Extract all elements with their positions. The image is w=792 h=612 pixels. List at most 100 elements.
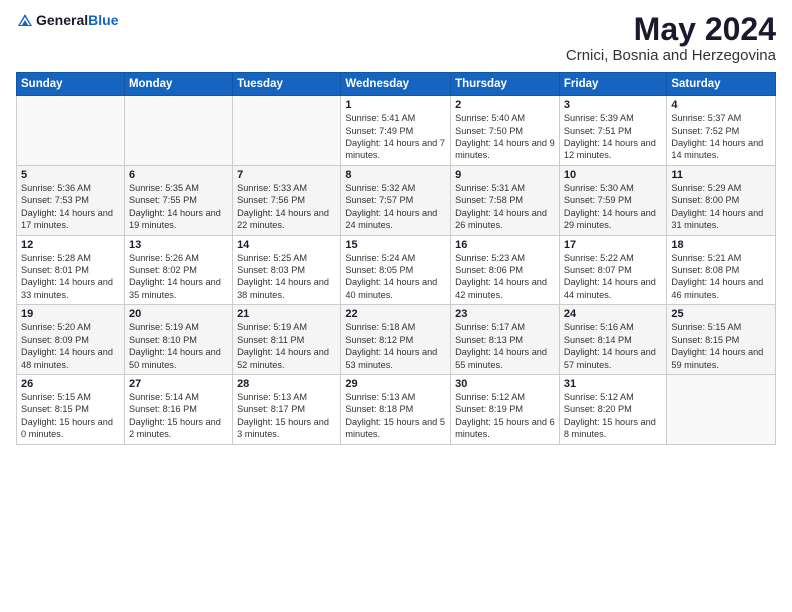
day-number: 9 xyxy=(455,169,555,181)
logo-general: General xyxy=(36,12,88,28)
calendar-cell: 31Sunrise: 5:12 AM Sunset: 8:20 PM Dayli… xyxy=(559,374,666,444)
calendar-cell: 30Sunrise: 5:12 AM Sunset: 8:19 PM Dayli… xyxy=(451,374,560,444)
day-info: Sunrise: 5:13 AM Sunset: 8:18 PM Dayligh… xyxy=(345,391,446,441)
day-number: 22 xyxy=(345,308,446,320)
calendar-cell: 13Sunrise: 5:26 AM Sunset: 8:02 PM Dayli… xyxy=(124,235,232,305)
calendar-cell: 20Sunrise: 5:19 AM Sunset: 8:10 PM Dayli… xyxy=(124,305,232,375)
day-number: 30 xyxy=(455,378,555,390)
calendar-week-1: 1Sunrise: 5:41 AM Sunset: 7:49 PM Daylig… xyxy=(17,96,776,166)
calendar-cell: 9Sunrise: 5:31 AM Sunset: 7:58 PM Daylig… xyxy=(451,165,560,235)
day-info: Sunrise: 5:26 AM Sunset: 8:02 PM Dayligh… xyxy=(129,252,228,302)
calendar-cell: 22Sunrise: 5:18 AM Sunset: 8:12 PM Dayli… xyxy=(341,305,451,375)
location-title: Crnici, Bosnia and Herzegovina xyxy=(566,47,776,64)
title-block: May 2024 Crnici, Bosnia and Herzegovina xyxy=(566,12,776,64)
col-tuesday: Tuesday xyxy=(233,73,341,96)
day-number: 23 xyxy=(455,308,555,320)
day-number: 21 xyxy=(237,308,336,320)
day-info: Sunrise: 5:30 AM Sunset: 7:59 PM Dayligh… xyxy=(564,182,662,232)
day-number: 24 xyxy=(564,308,662,320)
day-number: 4 xyxy=(671,99,771,111)
calendar-cell: 29Sunrise: 5:13 AM Sunset: 8:18 PM Dayli… xyxy=(341,374,451,444)
day-info: Sunrise: 5:18 AM Sunset: 8:12 PM Dayligh… xyxy=(345,321,446,371)
day-info: Sunrise: 5:37 AM Sunset: 7:52 PM Dayligh… xyxy=(671,112,771,162)
day-info: Sunrise: 5:22 AM Sunset: 8:07 PM Dayligh… xyxy=(564,252,662,302)
calendar-cell xyxy=(124,96,232,166)
day-info: Sunrise: 5:14 AM Sunset: 8:16 PM Dayligh… xyxy=(129,391,228,441)
day-info: Sunrise: 5:40 AM Sunset: 7:50 PM Dayligh… xyxy=(455,112,555,162)
day-number: 26 xyxy=(21,378,120,390)
calendar-table: Sunday Monday Tuesday Wednesday Thursday… xyxy=(16,72,776,444)
day-number: 3 xyxy=(564,99,662,111)
calendar-cell: 12Sunrise: 5:28 AM Sunset: 8:01 PM Dayli… xyxy=(17,235,125,305)
calendar-cell: 1Sunrise: 5:41 AM Sunset: 7:49 PM Daylig… xyxy=(341,96,451,166)
month-title: May 2024 xyxy=(566,12,776,47)
calendar-cell: 3Sunrise: 5:39 AM Sunset: 7:51 PM Daylig… xyxy=(559,96,666,166)
calendar-week-5: 26Sunrise: 5:15 AM Sunset: 8:15 PM Dayli… xyxy=(17,374,776,444)
calendar-cell: 19Sunrise: 5:20 AM Sunset: 8:09 PM Dayli… xyxy=(17,305,125,375)
day-info: Sunrise: 5:12 AM Sunset: 8:20 PM Dayligh… xyxy=(564,391,662,441)
day-info: Sunrise: 5:17 AM Sunset: 8:13 PM Dayligh… xyxy=(455,321,555,371)
day-info: Sunrise: 5:32 AM Sunset: 7:57 PM Dayligh… xyxy=(345,182,446,232)
day-info: Sunrise: 5:19 AM Sunset: 8:11 PM Dayligh… xyxy=(237,321,336,371)
day-info: Sunrise: 5:31 AM Sunset: 7:58 PM Dayligh… xyxy=(455,182,555,232)
day-number: 19 xyxy=(21,308,120,320)
day-number: 27 xyxy=(129,378,228,390)
calendar-cell: 17Sunrise: 5:22 AM Sunset: 8:07 PM Dayli… xyxy=(559,235,666,305)
day-number: 25 xyxy=(671,308,771,320)
day-number: 20 xyxy=(129,308,228,320)
calendar-cell xyxy=(233,96,341,166)
col-sunday: Sunday xyxy=(17,73,125,96)
calendar-cell: 11Sunrise: 5:29 AM Sunset: 8:00 PM Dayli… xyxy=(667,165,776,235)
day-info: Sunrise: 5:12 AM Sunset: 8:19 PM Dayligh… xyxy=(455,391,555,441)
calendar-header-row: Sunday Monday Tuesday Wednesday Thursday… xyxy=(17,73,776,96)
calendar-cell: 24Sunrise: 5:16 AM Sunset: 8:14 PM Dayli… xyxy=(559,305,666,375)
day-number: 17 xyxy=(564,239,662,251)
calendar-week-4: 19Sunrise: 5:20 AM Sunset: 8:09 PM Dayli… xyxy=(17,305,776,375)
col-wednesday: Wednesday xyxy=(341,73,451,96)
col-thursday: Thursday xyxy=(451,73,560,96)
calendar-cell: 26Sunrise: 5:15 AM Sunset: 8:15 PM Dayli… xyxy=(17,374,125,444)
col-monday: Monday xyxy=(124,73,232,96)
day-number: 7 xyxy=(237,169,336,181)
day-number: 14 xyxy=(237,239,336,251)
calendar-cell: 28Sunrise: 5:13 AM Sunset: 8:17 PM Dayli… xyxy=(233,374,341,444)
day-number: 31 xyxy=(564,378,662,390)
day-number: 18 xyxy=(671,239,771,251)
calendar-cell xyxy=(667,374,776,444)
calendar-cell: 6Sunrise: 5:35 AM Sunset: 7:55 PM Daylig… xyxy=(124,165,232,235)
day-info: Sunrise: 5:19 AM Sunset: 8:10 PM Dayligh… xyxy=(129,321,228,371)
calendar-cell: 5Sunrise: 5:36 AM Sunset: 7:53 PM Daylig… xyxy=(17,165,125,235)
day-info: Sunrise: 5:23 AM Sunset: 8:06 PM Dayligh… xyxy=(455,252,555,302)
day-info: Sunrise: 5:21 AM Sunset: 8:08 PM Dayligh… xyxy=(671,252,771,302)
day-info: Sunrise: 5:15 AM Sunset: 8:15 PM Dayligh… xyxy=(21,391,120,441)
day-info: Sunrise: 5:16 AM Sunset: 8:14 PM Dayligh… xyxy=(564,321,662,371)
day-number: 8 xyxy=(345,169,446,181)
logo: GeneralBlue xyxy=(16,12,118,30)
calendar-cell: 23Sunrise: 5:17 AM Sunset: 8:13 PM Dayli… xyxy=(451,305,560,375)
calendar-cell: 14Sunrise: 5:25 AM Sunset: 8:03 PM Dayli… xyxy=(233,235,341,305)
col-friday: Friday xyxy=(559,73,666,96)
day-info: Sunrise: 5:24 AM Sunset: 8:05 PM Dayligh… xyxy=(345,252,446,302)
day-number: 2 xyxy=(455,99,555,111)
logo-text: GeneralBlue xyxy=(36,12,118,30)
calendar-cell: 27Sunrise: 5:14 AM Sunset: 8:16 PM Dayli… xyxy=(124,374,232,444)
logo-icon xyxy=(16,12,34,30)
day-info: Sunrise: 5:15 AM Sunset: 8:15 PM Dayligh… xyxy=(671,321,771,371)
day-number: 15 xyxy=(345,239,446,251)
day-info: Sunrise: 5:33 AM Sunset: 7:56 PM Dayligh… xyxy=(237,182,336,232)
day-number: 13 xyxy=(129,239,228,251)
day-info: Sunrise: 5:28 AM Sunset: 8:01 PM Dayligh… xyxy=(21,252,120,302)
calendar-cell: 25Sunrise: 5:15 AM Sunset: 8:15 PM Dayli… xyxy=(667,305,776,375)
day-number: 6 xyxy=(129,169,228,181)
day-number: 28 xyxy=(237,378,336,390)
calendar-cell xyxy=(17,96,125,166)
calendar-cell: 10Sunrise: 5:30 AM Sunset: 7:59 PM Dayli… xyxy=(559,165,666,235)
calendar-week-3: 12Sunrise: 5:28 AM Sunset: 8:01 PM Dayli… xyxy=(17,235,776,305)
day-info: Sunrise: 5:41 AM Sunset: 7:49 PM Dayligh… xyxy=(345,112,446,162)
day-info: Sunrise: 5:29 AM Sunset: 8:00 PM Dayligh… xyxy=(671,182,771,232)
calendar-cell: 7Sunrise: 5:33 AM Sunset: 7:56 PM Daylig… xyxy=(233,165,341,235)
calendar-page: GeneralBlue May 2024 Crnici, Bosnia and … xyxy=(0,0,792,612)
day-info: Sunrise: 5:39 AM Sunset: 7:51 PM Dayligh… xyxy=(564,112,662,162)
calendar-cell: 4Sunrise: 5:37 AM Sunset: 7:52 PM Daylig… xyxy=(667,96,776,166)
day-info: Sunrise: 5:25 AM Sunset: 8:03 PM Dayligh… xyxy=(237,252,336,302)
